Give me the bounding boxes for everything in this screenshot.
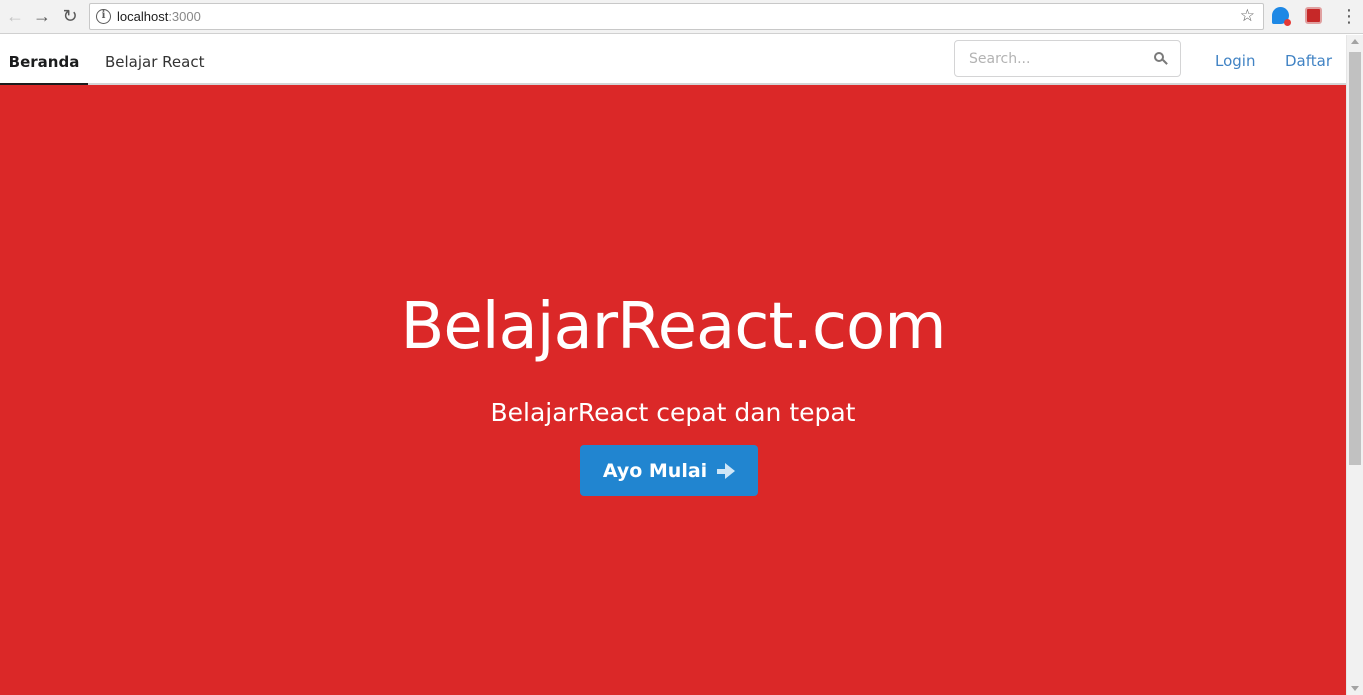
scrollbar-thumb[interactable] bbox=[1349, 52, 1361, 465]
vertical-scrollbar[interactable] bbox=[1346, 35, 1363, 695]
url-port: :3000 bbox=[168, 9, 201, 24]
hero-section: BelajarReact.com BelajarReact cepat dan … bbox=[0, 85, 1346, 695]
scroll-up-arrow-icon[interactable] bbox=[1351, 39, 1359, 44]
url-host: localhost bbox=[117, 9, 169, 24]
browser-menu-icon[interactable]: ⋮ bbox=[1340, 6, 1358, 26]
login-link[interactable]: Login bbox=[1215, 35, 1255, 85]
menu-item-belajar-react[interactable]: Belajar React bbox=[105, 35, 204, 85]
daftar-link[interactable]: Daftar bbox=[1285, 35, 1332, 85]
arrow-right-icon bbox=[717, 462, 736, 479]
ayo-mulai-button[interactable]: Ayo Mulai bbox=[580, 445, 758, 496]
search-box[interactable] bbox=[954, 40, 1181, 77]
browser-toolbar: ← → ↻ i localhost:3000 ☆ ⋮ bbox=[0, 0, 1363, 34]
url-text[interactable]: localhost:3000 bbox=[117, 9, 201, 24]
menu-item-beranda[interactable]: Beranda bbox=[0, 35, 88, 85]
top-menu: Beranda Belajar React Login Daftar bbox=[0, 35, 1346, 85]
search-input[interactable] bbox=[969, 50, 1149, 68]
scroll-down-arrow-icon[interactable] bbox=[1351, 686, 1359, 691]
forward-arrow-icon[interactable]: → bbox=[30, 5, 54, 27]
search-icon bbox=[1154, 52, 1168, 65]
hero-title: BelajarReact.com bbox=[400, 290, 946, 364]
info-icon[interactable]: i bbox=[96, 9, 111, 24]
hero-subtitle: BelajarReact cepat dan tepat bbox=[490, 398, 856, 427]
extension-shield-icon[interactable] bbox=[1272, 7, 1291, 26]
reload-icon[interactable]: ↻ bbox=[58, 5, 82, 27]
bookmark-star-icon[interactable]: ☆ bbox=[1240, 6, 1255, 26]
page: Beranda Belajar React Login Daftar Belaj… bbox=[0, 35, 1346, 695]
address-bar[interactable]: i localhost:3000 ☆ bbox=[89, 3, 1264, 30]
extension-app-icon[interactable] bbox=[1305, 7, 1322, 24]
ayo-mulai-label: Ayo Mulai bbox=[602, 459, 708, 482]
back-arrow-icon[interactable]: ← bbox=[3, 5, 27, 27]
